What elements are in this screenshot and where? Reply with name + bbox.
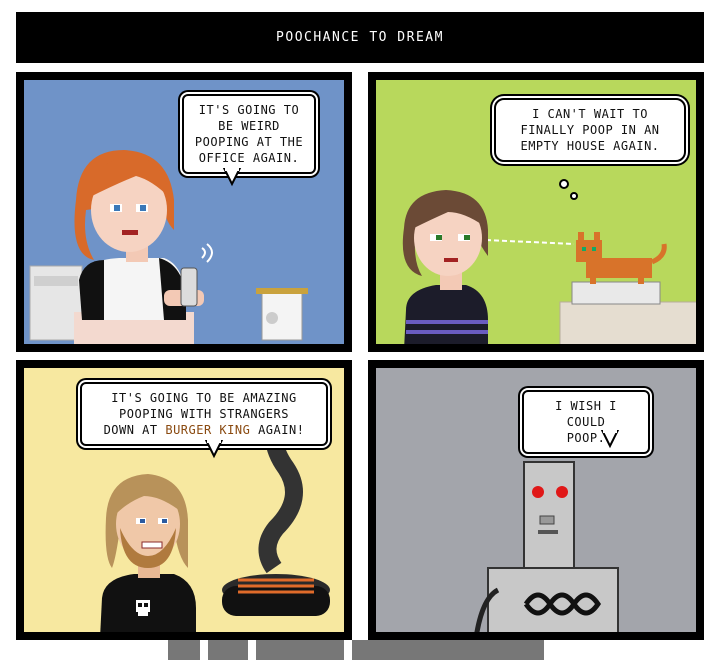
thought-line: EMPTY HOUSE AGAIN. — [520, 139, 660, 153]
nav-button[interactable] — [208, 640, 248, 660]
thought-line: I CAN'T WAIT TO — [532, 107, 648, 121]
speech-tail — [204, 440, 224, 459]
speech-fragment: AGAIN! — [250, 423, 305, 437]
speech-tail — [600, 430, 620, 449]
speech-line: IT'S GOING TO — [198, 103, 300, 117]
panel-1-speech-bubble: IT'S GOING TO BE WEIRD POOPING AT THE OF… — [182, 94, 316, 174]
panel-1-scene: IT'S GOING TO BE WEIRD POOPING AT THE OF… — [24, 80, 344, 344]
panel-4: I WISH I COULD POOP. — [368, 360, 704, 640]
panel-3: IT'S GOING TO BE AMAZING POOPING WITH ST… — [16, 360, 352, 640]
speech-line: POOPING WITH STRANGERS — [119, 407, 289, 421]
speech-line: POOPING AT THE — [194, 135, 304, 149]
grill-icon — [222, 574, 330, 616]
speech-line: I WISH I COULD — [555, 399, 617, 429]
speech-fragment: DOWN AT — [103, 423, 166, 437]
panel-1: IT'S GOING TO BE WEIRD POOPING AT THE OF… — [16, 72, 352, 352]
thought-line: FINALLY POOP IN AN — [520, 123, 660, 137]
nav-button[interactable] — [256, 640, 344, 660]
robot-icon — [474, 461, 619, 632]
speech-tail — [222, 168, 242, 187]
panel-3-scene: IT'S GOING TO BE AMAZING POOPING WITH ST… — [24, 368, 344, 632]
speech-line: OFFICE AGAIN. — [198, 151, 300, 165]
skull-icon — [136, 600, 150, 616]
phone-icon — [180, 267, 198, 307]
panel-2: I CAN'T WAIT TO FINALLY POOP IN AN EMPTY… — [368, 72, 704, 352]
speech-line: IT'S GOING TO BE AMAZING — [111, 391, 297, 405]
nav-button[interactable] — [352, 640, 544, 660]
cat-icon — [576, 232, 667, 284]
panel-3-speech-bubble: IT'S GOING TO BE AMAZING POOPING WITH ST… — [80, 382, 328, 446]
litter-box-icon — [571, 281, 661, 305]
panel-4-speech-bubble: I WISH I COULD POOP. — [522, 390, 650, 454]
panel-2-scene: I CAN'T WAIT TO FINALLY POOP IN AN EMPTY… — [376, 80, 696, 344]
comic-title: POOCHANCE TO DREAM — [276, 30, 444, 45]
panel-2-thought-bubble: I CAN'T WAIT TO FINALLY POOP IN AN EMPTY… — [494, 98, 686, 162]
speech-line: BE WEIRD — [218, 119, 280, 133]
speech-line: DOWN AT BURGER KING AGAIN! — [90, 422, 318, 438]
brand-name: BURGER KING — [165, 423, 251, 437]
panel-4-scene: I WISH I COULD POOP. — [376, 368, 696, 632]
nav-button[interactable] — [168, 640, 200, 660]
comic-title-bar: POOCHANCE TO DREAM — [16, 12, 704, 63]
